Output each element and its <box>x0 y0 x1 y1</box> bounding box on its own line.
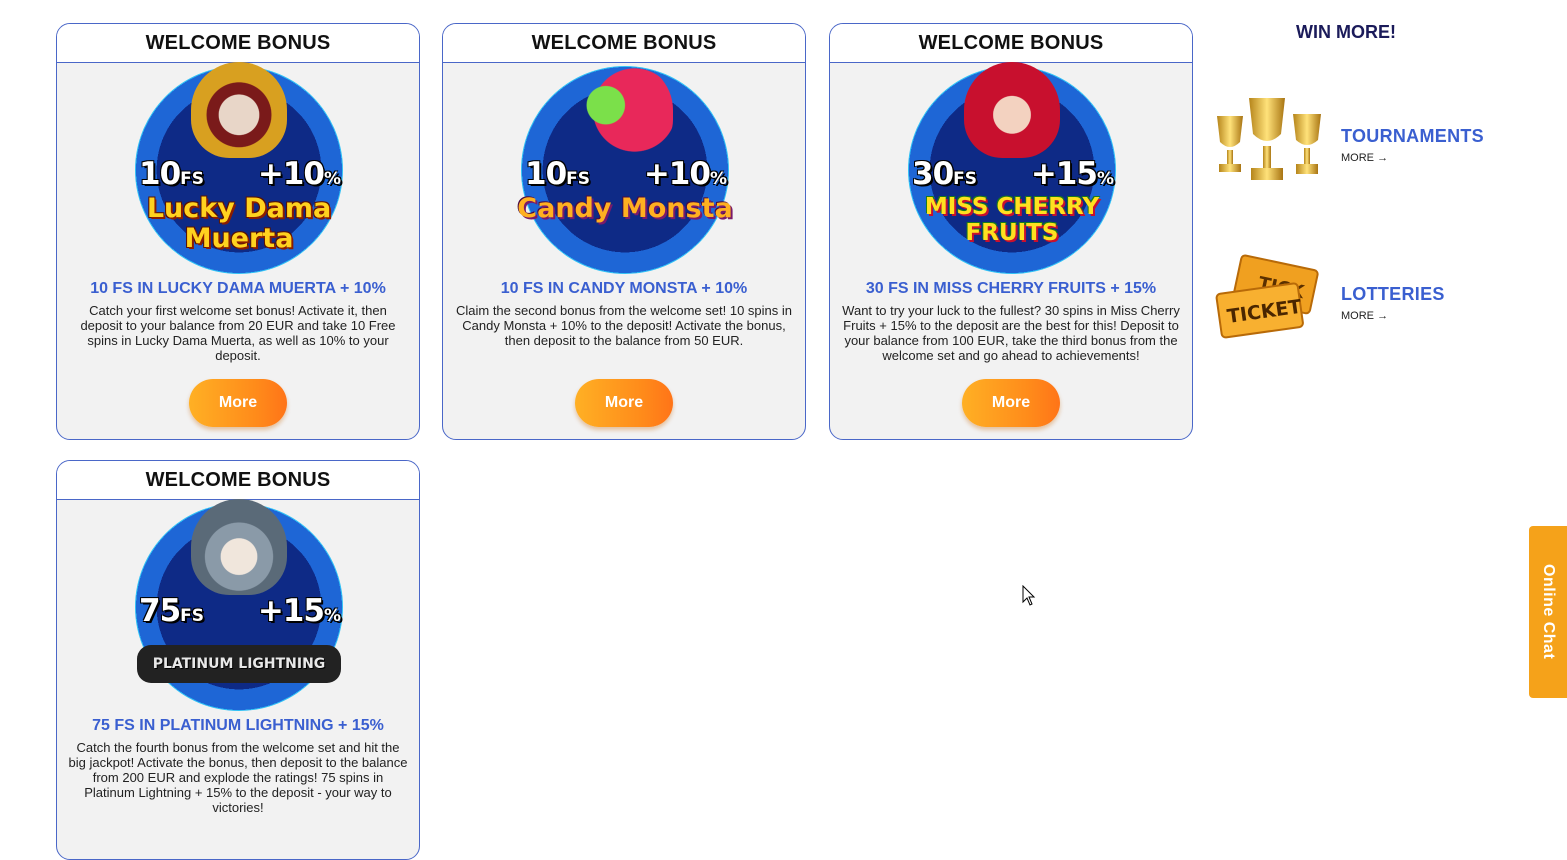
game-badge-image: 75FS +15% PLATINUM LIGHTNING <box>135 499 343 711</box>
badge-game-name: Lucky Dama Muerta <box>146 193 332 254</box>
badge-fs-unit: FS <box>180 606 204 626</box>
badge-pct-value: +10 <box>257 156 325 192</box>
badge-fs-value: 10 <box>525 156 567 192</box>
miss-cherry-figure-icon <box>964 62 1060 158</box>
more-button[interactable]: More <box>189 379 287 427</box>
card-header: WELCOME BONUS <box>443 24 805 63</box>
arrow-right-icon: → <box>1377 152 1389 164</box>
offer-title: 30 FS IN MISS CHERRY FRUITS + 15% <box>865 280 1157 297</box>
tickets-icon: TICK TICKET <box>1215 254 1319 339</box>
bonus-card: WELCOME BONUS 75FS +15% PLATINUM LIGHTNI… <box>56 460 420 860</box>
badge-fs-unit: FS <box>566 169 590 189</box>
offer-title: 10 FS IN CANDY MONSTA + 10% <box>500 280 748 297</box>
badge-fs-value: 10 <box>139 156 181 192</box>
badge-fs-unit: FS <box>180 169 204 189</box>
tournaments-more[interactable]: MORE → <box>1341 152 1388 164</box>
card-header: WELCOME BONUS <box>57 24 419 63</box>
bonus-card: WELCOME BONUS 30FS +15% MISS CHERRY FRUI… <box>829 23 1193 440</box>
offer-description: Claim the second bonus from the welcome … <box>455 303 792 348</box>
game-badge-image: 10FS +10% Lucky Dama Muerta <box>135 62 343 274</box>
online-chat-tab[interactable]: Online Chat <box>1529 526 1567 698</box>
badge-pct-value: +15 <box>257 593 325 629</box>
badge-pct-unit: % <box>709 169 727 189</box>
lotteries-label: LOTTERIES <box>1341 284 1445 304</box>
badge-game-name: MISS CHERRY FRUITS <box>924 194 1100 246</box>
bonus-card: WELCOME BONUS 10FS +10% Lucky Dama Muert… <box>56 23 420 440</box>
offer-description: Catch your first welcome set bonus! Acti… <box>80 303 396 363</box>
badge-game-name: Candy Monsta <box>517 193 733 224</box>
badge-pct-unit: % <box>323 169 341 189</box>
badge-pct-value: +15 <box>1030 156 1098 192</box>
more-button[interactable]: More <box>962 379 1060 427</box>
arrow-right-icon: → <box>1377 310 1389 322</box>
offer-description: Want to try your luck to the fullest? 30… <box>842 303 1180 363</box>
more-button[interactable]: More <box>575 379 673 427</box>
badge-fs-value: 30 <box>912 156 954 192</box>
badge-fs-value: 75 <box>139 593 181 629</box>
trophies-icon <box>1217 98 1321 180</box>
bonus-badge: 30FS +15% MISS CHERRY FRUITS <box>830 62 1192 277</box>
bonus-card: WELCOME BONUS 10FS +10% Candy Monsta 10 … <box>442 23 806 440</box>
game-badge-image: 10FS +10% Candy Monsta <box>517 62 733 274</box>
badge-game-name: PLATINUM LIGHTNING <box>137 645 341 683</box>
tournaments-link[interactable]: TOURNAMENTS MORE → <box>1213 94 1513 190</box>
bonus-badge: 10FS +10% Candy Monsta <box>443 62 805 277</box>
viking-figure-icon <box>191 499 287 595</box>
tournaments-label: TOURNAMENTS <box>1341 126 1484 146</box>
candy-monster-figure-icon <box>577 62 673 158</box>
card-header: WELCOME BONUS <box>830 24 1192 63</box>
badge-pct-unit: % <box>1096 169 1114 189</box>
bonus-badge: 10FS +10% Lucky Dama Muerta <box>57 62 419 277</box>
game-badge-image: 30FS +15% MISS CHERRY FRUITS <box>908 62 1116 274</box>
win-more-title: WIN MORE! <box>1296 22 1396 42</box>
online-chat-label: Online Chat <box>1540 564 1557 660</box>
lucky-dama-figure-icon <box>191 62 287 158</box>
bonus-badge: 75FS +15% PLATINUM LIGHTNING <box>57 499 419 714</box>
mouse-cursor-icon <box>1022 585 1036 606</box>
offer-description: Catch the fourth bonus from the welcome … <box>68 740 408 815</box>
badge-fs-unit: FS <box>953 169 977 189</box>
card-header: WELCOME BONUS <box>57 461 419 500</box>
lotteries-more[interactable]: MORE → <box>1341 310 1388 322</box>
badge-pct-value: +10 <box>643 156 711 192</box>
offer-title: 10 FS IN LUCKY DAMA MUERTA + 10% <box>90 280 386 297</box>
badge-pct-unit: % <box>323 606 341 626</box>
offer-title: 75 FS IN PLATINUM LIGHTNING + 15% <box>92 717 384 734</box>
lotteries-link[interactable]: TICK TICKET LOTTERIES MORE → <box>1213 252 1513 348</box>
